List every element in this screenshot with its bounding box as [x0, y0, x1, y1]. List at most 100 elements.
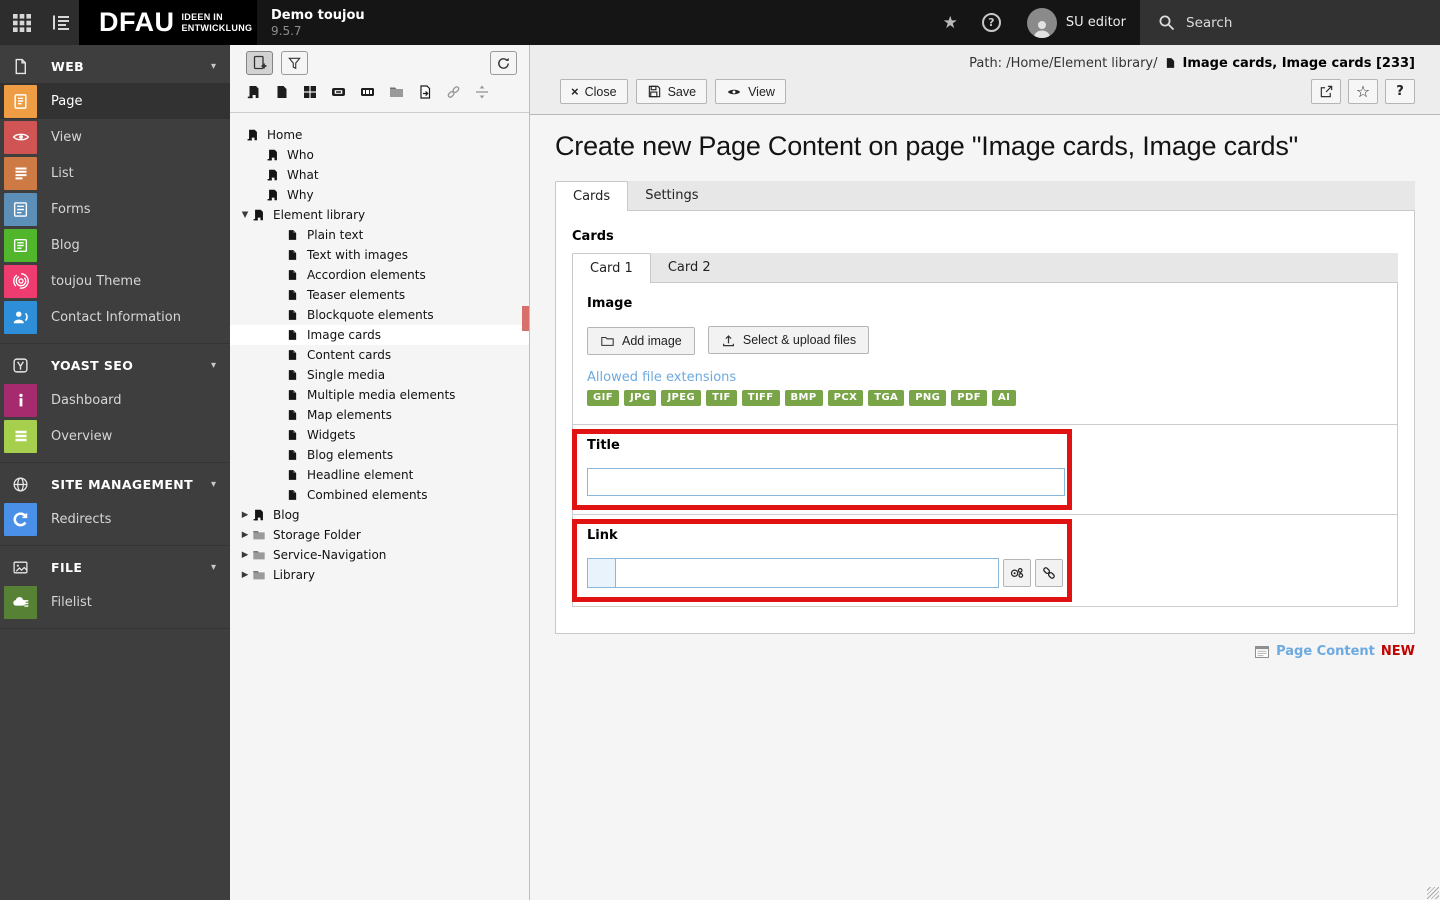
drag-page-home-icon[interactable] [246, 84, 262, 100]
site-page-icon [246, 128, 260, 142]
section-header-yoast[interactable]: YOAST SEO ▾ [0, 348, 230, 382]
add-image-button[interactable]: Add image [587, 326, 695, 355]
tree-node-image-cards[interactable]: Image cards [230, 325, 529, 345]
tree-node-service-navigation[interactable]: ▶ Service-Navigation [230, 545, 529, 565]
tree-node-single-media[interactable]: Single media [230, 365, 529, 385]
page-icon [286, 488, 300, 502]
link-browser-button[interactable] [1035, 558, 1063, 587]
sidebar-item-list[interactable]: List [0, 155, 230, 191]
drag-backend-section-icon[interactable] [302, 84, 318, 100]
tree-node-multiple-media-elements[interactable]: Multiple media elements [230, 385, 529, 405]
sidebar-item-contact-information[interactable]: Contact Information [0, 299, 230, 335]
link-type-indicator [587, 557, 616, 588]
refresh-icon[interactable] [490, 51, 517, 75]
tree-node-what[interactable]: What [230, 165, 529, 185]
tab-card-2[interactable]: Card 2 [651, 253, 728, 282]
collapse-icon[interactable]: ▼ [238, 210, 252, 220]
drag-link-icon[interactable] [445, 84, 462, 100]
ext-badge: AI [991, 389, 1017, 406]
record-type-label[interactable]: Page Content [1276, 644, 1375, 659]
link-fieldset: Link [572, 513, 1397, 606]
sidebar-item-dashboard[interactable]: Dashboard [0, 382, 230, 418]
tree-node-teaser-elements[interactable]: Teaser elements [230, 285, 529, 305]
section-header-site-management[interactable]: SITE MANAGEMENT ▾ [0, 467, 230, 501]
opendocs-icon[interactable] [52, 13, 71, 32]
tree-node-map-elements[interactable]: Map elements [230, 405, 529, 425]
drag-mountpoint-icon[interactable] [330, 84, 347, 100]
expand-icon[interactable]: ▶ [238, 550, 252, 560]
tree-node-library[interactable]: ▶ Library [230, 565, 529, 585]
tree-node-blog[interactable]: ▶ Blog [230, 505, 529, 525]
tree-node-why[interactable]: Why [230, 185, 529, 205]
tree-node-blog-elements[interactable]: Blog elements [230, 445, 529, 465]
link-record-browser-button[interactable] [1003, 558, 1031, 587]
site-name: Demo toujou [271, 7, 365, 23]
new-page-button[interactable] [246, 51, 273, 75]
record-state-badge: NEW [1380, 644, 1415, 659]
tree-node-storage-folder[interactable]: ▶ Storage Folder [230, 525, 529, 545]
drag-shortcut-page-icon[interactable] [417, 84, 433, 100]
link-label: Link [587, 527, 618, 543]
open-in-new-window-button[interactable] [1311, 79, 1341, 104]
link-input[interactable] [616, 557, 999, 588]
tree-node-widgets[interactable]: Widgets [230, 425, 529, 445]
tab-settings[interactable]: Settings [628, 181, 715, 210]
bookmarks-button[interactable]: ★ [931, 0, 970, 45]
help-button[interactable]: ? [970, 0, 1013, 45]
sidebar-item-toujou-theme[interactable]: toujou Theme [0, 263, 230, 299]
resize-grip[interactable] [1427, 887, 1439, 899]
link-field-row [587, 557, 1383, 588]
page-icon [286, 468, 300, 482]
tab-cards[interactable]: Cards [555, 181, 629, 211]
expand-icon[interactable]: ▶ [238, 510, 252, 520]
forms-module-icon [4, 192, 37, 226]
tree-node-text-with-images[interactable]: Text with images [230, 245, 529, 265]
tree-node-who[interactable]: Who [230, 145, 529, 165]
bookmark-button[interactable]: ☆ [1348, 79, 1378, 104]
expand-icon[interactable]: ▶ [238, 570, 252, 580]
tree-node-content-cards[interactable]: Content cards [230, 345, 529, 365]
tree-node-plain-text[interactable]: Plain text [230, 225, 529, 245]
close-button[interactable]: × Close [560, 79, 628, 104]
help-button-doc[interactable]: ? [1385, 79, 1415, 104]
upload-files-button[interactable]: Select & upload files [707, 326, 870, 354]
section-header-web[interactable]: WEB ▾ [0, 49, 230, 83]
tree-node-headline-element[interactable]: Headline element [230, 465, 529, 485]
save-button[interactable]: Save [635, 79, 708, 104]
eye-icon [726, 85, 742, 99]
allowed-file-extensions-link[interactable]: Allowed file extensions [587, 370, 1383, 385]
tree-node-combined-elements[interactable]: Combined elements [230, 485, 529, 505]
title-input[interactable] [587, 467, 1065, 496]
modulemenu-toggle-icon[interactable] [12, 13, 32, 33]
folder-icon [252, 528, 266, 542]
tree-node-element-library[interactable]: ▼ Element library [230, 205, 529, 225]
user-menu[interactable]: SU editor [1013, 0, 1140, 45]
drag-folder-icon[interactable] [388, 84, 405, 100]
sidebar-item-forms[interactable]: Forms [0, 191, 230, 227]
folder-icon [252, 548, 266, 562]
drag-external-url-icon[interactable] [359, 84, 376, 100]
sidebar-item-blog[interactable]: Blog [0, 227, 230, 263]
expand-icon[interactable]: ▶ [238, 530, 252, 540]
drag-page-icon[interactable] [274, 84, 290, 100]
section-header-file[interactable]: FILE ▾ [0, 550, 230, 584]
view-button[interactable]: View [715, 79, 786, 104]
image-fieldset: Image Add image Select & upload files Al… [573, 283, 1397, 424]
search-bar[interactable]: Search [1140, 0, 1440, 45]
tree-node-blockquote-elements[interactable]: Blockquote elements [230, 305, 529, 325]
filter-button[interactable] [281, 51, 308, 75]
sidebar-item-redirects[interactable]: Redirects [0, 501, 230, 537]
page-icon [286, 268, 300, 282]
tree-node-home[interactable]: Home [230, 125, 529, 145]
section-site-management: SITE MANAGEMENT ▾ Redirects [0, 463, 230, 546]
sidebar-item-view[interactable]: View [0, 119, 230, 155]
sidebar-item-filelist[interactable]: Filelist [0, 584, 230, 620]
site-info: Demo toujou 9.5.7 [257, 0, 365, 45]
sidebar-item-overview[interactable]: Overview [0, 418, 230, 454]
site-page-icon [252, 208, 266, 222]
tree-node-accordion-elements[interactable]: Accordion elements [230, 265, 529, 285]
sidebar-item-page[interactable]: Page [0, 83, 230, 119]
brand-logo[interactable]: DFAU IDEEN IN ENTWICKLUNG [79, 0, 257, 45]
tab-card-1[interactable]: Card 1 [572, 253, 651, 283]
drag-spacer-icon[interactable] [474, 84, 490, 100]
